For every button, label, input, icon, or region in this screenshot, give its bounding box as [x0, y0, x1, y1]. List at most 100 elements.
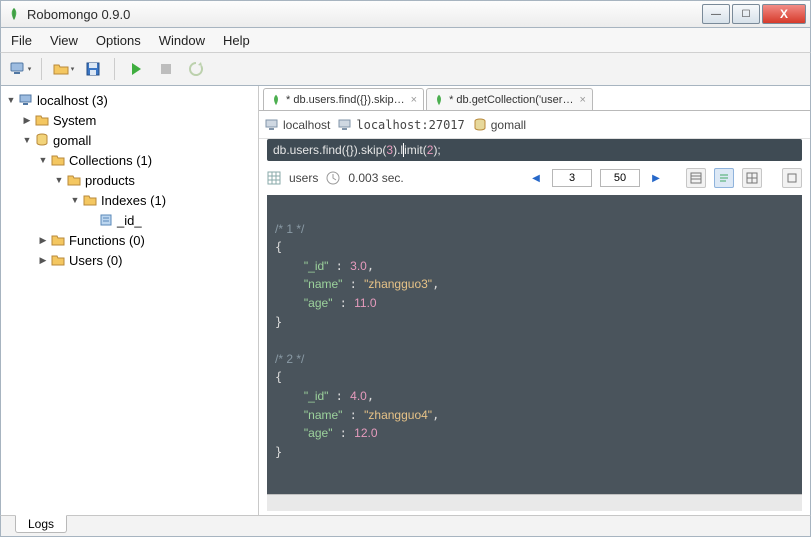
tree-label: Collections (1) [69, 153, 152, 168]
doc-id: 3.0 [350, 259, 367, 273]
tab-query-2[interactable]: * db.getCollection('user… × [426, 88, 593, 110]
refresh-button[interactable] [183, 56, 209, 82]
database-icon [34, 132, 50, 148]
toolbar-separator [114, 58, 115, 80]
monitor-icon [265, 118, 279, 132]
folder-icon [34, 112, 50, 128]
tab-close-icon[interactable]: × [579, 94, 585, 106]
tree-label: Users (0) [69, 253, 122, 268]
tab-close-icon[interactable]: × [411, 94, 417, 106]
menu-help[interactable]: Help [223, 33, 250, 48]
tree-label: Functions (0) [69, 233, 145, 248]
connect-button[interactable] [7, 56, 33, 82]
query-arg: 2 [427, 143, 434, 157]
window-controls: — ☐ X [702, 4, 806, 24]
menu-view[interactable]: View [50, 33, 78, 48]
query-arg: 3 [386, 143, 393, 157]
tree-system[interactable]: ▶ System [1, 110, 258, 130]
doc-comment: /* 2 */ [275, 352, 304, 366]
leaf-icon [433, 94, 445, 106]
folder-icon [50, 252, 66, 268]
maximize-button[interactable]: ☐ [732, 4, 760, 24]
view-tree-button[interactable] [686, 168, 706, 188]
doc-age: 12.0 [354, 426, 377, 440]
horizontal-scrollbar-thumb[interactable] [269, 497, 309, 509]
query-text: ).l [393, 143, 403, 157]
tree-indexes[interactable]: ▼ Indexes (1) [1, 190, 258, 210]
crumb-label: localhost:27017 [356, 118, 464, 132]
menu-file[interactable]: File [11, 33, 32, 48]
popout-button[interactable] [782, 168, 802, 188]
save-button[interactable] [80, 56, 106, 82]
page-prev-button[interactable]: ◀ [528, 170, 544, 186]
page-next-button[interactable]: ▶ [648, 170, 664, 186]
connection-tree[interactable]: ▼ localhost (3) ▶ System ▼ gomall ▼ Coll… [1, 86, 259, 515]
monitor-icon [18, 92, 34, 108]
result-collection: users [289, 171, 318, 185]
crumb-hostport[interactable]: localhost:27017 [338, 118, 464, 132]
crumb-label: gomall [491, 118, 526, 132]
crumb-label: localhost [283, 118, 330, 132]
tree-label: localhost (3) [37, 93, 108, 108]
minimize-button[interactable]: — [702, 4, 730, 24]
folder-icon [50, 152, 66, 168]
tree-label: Indexes (1) [101, 193, 166, 208]
open-button[interactable] [50, 56, 76, 82]
bottom-bar: Logs [0, 515, 811, 537]
clock-icon [326, 171, 340, 185]
query-text: imit( [404, 143, 427, 157]
stop-button[interactable] [153, 56, 179, 82]
result-toolbar: users 0.003 sec. ◀ ▶ [267, 165, 802, 191]
grid-icon [267, 171, 281, 185]
tree-index-id[interactable]: _id_ [1, 210, 258, 230]
query-text: db.users.find({}).skip( [273, 143, 386, 157]
index-icon [98, 212, 114, 228]
page-size-field[interactable] [600, 169, 640, 187]
tree-users[interactable]: ▶ Users (0) [1, 250, 258, 270]
main-area: ▼ localhost (3) ▶ System ▼ gomall ▼ Coll… [0, 86, 811, 515]
result-time: 0.003 sec. [348, 171, 403, 185]
view-table-button[interactable] [742, 168, 762, 188]
tree-connection[interactable]: ▼ localhost (3) [1, 90, 258, 110]
monitor-icon [338, 118, 352, 132]
tree-functions[interactable]: ▶ Functions (0) [1, 230, 258, 250]
crumb-db[interactable]: gomall [473, 118, 526, 132]
tree-collections[interactable]: ▼ Collections (1) [1, 150, 258, 170]
tab-label: * db.users.find({}).skip… [286, 94, 405, 106]
breadcrumb-bar: localhost localhost:27017 gomall [259, 111, 810, 139]
menu-bar: File View Options Window Help [0, 28, 811, 52]
menu-window[interactable]: Window [159, 33, 205, 48]
result-text-view[interactable]: /* 1 */ { "_id" : 3.0, "name" : "zhanggu… [267, 195, 802, 511]
tree-label: _id_ [117, 213, 142, 228]
database-icon [473, 118, 487, 132]
close-button[interactable]: X [762, 4, 806, 24]
toolbar-separator [41, 58, 42, 80]
tab-query-1[interactable]: * db.users.find({}).skip… × [263, 88, 424, 110]
page-from-field[interactable] [552, 169, 592, 187]
folder-icon [50, 232, 66, 248]
title-bar: Robomongo 0.9.0 — ☐ X [0, 0, 811, 28]
tree-label: gomall [53, 133, 91, 148]
query-tabs: * db.users.find({}).skip… × * db.getColl… [259, 86, 810, 110]
execute-button[interactable] [123, 56, 149, 82]
menu-options[interactable]: Options [96, 33, 141, 48]
tree-label: products [85, 173, 135, 188]
tree-collection-products[interactable]: ▼ products [1, 170, 258, 190]
doc-age: 11.0 [354, 296, 376, 310]
folder-icon [66, 172, 82, 188]
toolbar [0, 52, 811, 86]
doc-name: zhangguo4 [368, 408, 427, 422]
app-leaf-icon [7, 7, 21, 21]
crumb-host[interactable]: localhost [265, 118, 330, 132]
window-title: Robomongo 0.9.0 [27, 7, 702, 22]
query-text: ); [433, 143, 440, 157]
leaf-icon [270, 94, 282, 106]
folder-icon [82, 192, 98, 208]
logs-tab[interactable]: Logs [15, 515, 67, 533]
editor-pane: * db.users.find({}).skip… × * db.getColl… [259, 86, 810, 515]
tree-database[interactable]: ▼ gomall [1, 130, 258, 150]
view-text-button[interactable] [714, 168, 734, 188]
tab-label: * db.getCollection('user… [449, 94, 573, 106]
doc-comment: /* 1 */ [275, 222, 304, 236]
query-input[interactable]: db.users.find({}).skip(3).limit(2); [267, 139, 802, 161]
